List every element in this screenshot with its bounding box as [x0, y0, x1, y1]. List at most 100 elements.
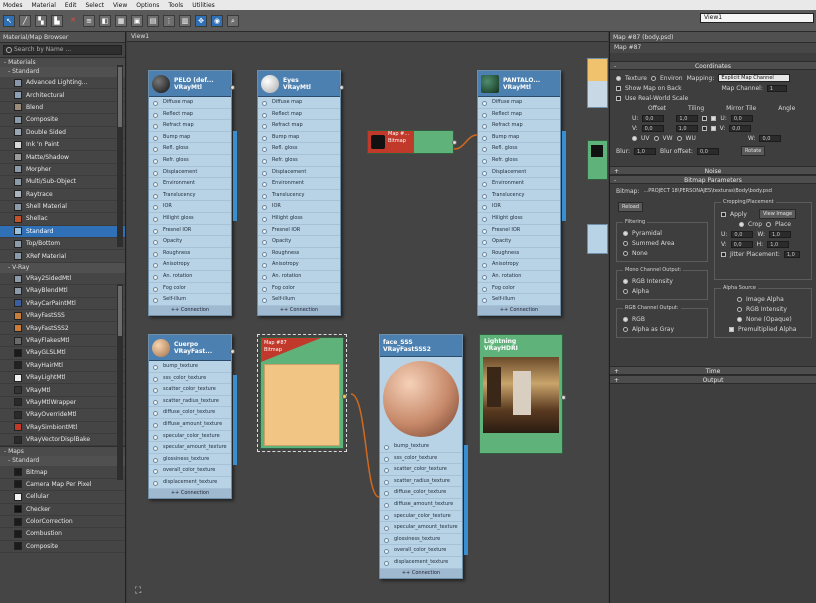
rollout-time[interactable]: + Time	[610, 366, 816, 375]
zoom-icon[interactable]: ◉	[211, 14, 223, 27]
output-port[interactable]	[339, 85, 344, 90]
node-input-slot[interactable]: glossiness_texture	[149, 454, 231, 466]
output-port[interactable]	[230, 85, 235, 90]
real-world-checkbox[interactable]	[616, 95, 621, 101]
browser-item[interactable]: Composite	[0, 541, 125, 554]
node-input-slot[interactable]: Diffuse map	[258, 97, 340, 109]
browser-item[interactable]: XRef Material	[0, 250, 125, 263]
rollout-output[interactable]: + Output	[610, 375, 816, 384]
browser-item[interactable]: Shellac	[0, 213, 125, 226]
browser-item[interactable]: VRayLightMtl	[0, 372, 125, 385]
vray-scroll-thumb[interactable]	[118, 286, 122, 336]
none-radio[interactable]	[623, 250, 628, 256]
node-input-slot[interactable]: scatter_radius_texture	[380, 476, 462, 488]
menu-utilities[interactable]: Utilities	[192, 2, 215, 9]
rollout-coordinates[interactable]: - Coordinates	[610, 61, 816, 70]
browser-item[interactable]: VRayFastSSS2	[0, 322, 125, 335]
browser-item[interactable]: Architectural	[0, 89, 125, 102]
node-lightning[interactable]: Lightning VRayHDRI	[479, 334, 566, 454]
node-partial-mid[interactable]	[587, 140, 608, 180]
node-pantalo[interactable]: PANTALO... VRayMtl Diffuse map Reflect map…	[477, 70, 566, 316]
node-input-slot[interactable]: Displacement	[478, 167, 560, 179]
browser-item[interactable]: VRay2SidedMtl	[0, 273, 125, 286]
node-input-slot[interactable]: Bump map	[149, 132, 231, 144]
layout-all-icon[interactable]: ▤	[147, 14, 159, 27]
node-input-slot[interactable]: Self-illum	[478, 294, 560, 306]
group-maps[interactable]: - Maps	[0, 446, 125, 457]
menu-edit[interactable]: Edit	[65, 2, 77, 9]
group-vray[interactable]: - V-Ray	[0, 262, 125, 273]
node-partial-top[interactable]	[587, 58, 608, 108]
node-input-slot[interactable]: Diffuse map	[478, 97, 560, 109]
node-input-slot[interactable]: Environment	[478, 178, 560, 190]
node-input-slot[interactable]: Anisotropy	[478, 259, 560, 271]
node-input-slot[interactable]: Refr. gloss	[478, 155, 560, 167]
search-input[interactable]: Search by Name ...	[3, 45, 122, 55]
map-channel-spinner[interactable]: 1	[766, 84, 787, 92]
node-input-slot[interactable]: Hilight gloss	[258, 213, 340, 225]
browser-item[interactable]: VRayMtlWrapper	[0, 397, 125, 410]
browser-item[interactable]: Cellular	[0, 491, 125, 504]
crop-radio[interactable]	[739, 221, 744, 227]
rotate-button[interactable]: Rotate	[740, 146, 766, 156]
node-input-slot[interactable]: diffuse_color_texture	[149, 407, 231, 419]
node-input-slot[interactable]: displacement_texture	[149, 477, 231, 489]
node-input-slot[interactable]: specular_amount_texture	[149, 442, 231, 454]
node-input-slot[interactable]: Self-illum	[258, 294, 340, 306]
group-standard[interactable]: - Standard	[0, 67, 125, 77]
bitmap-path-button[interactable]: ...PROJECT 18\PERSONAJES\texturas\Body\b…	[644, 188, 812, 194]
node-input-slot[interactable]: scatter_radius_texture	[149, 396, 231, 408]
browser-item[interactable]: Standard	[0, 225, 125, 239]
node-map87[interactable]: Map #87 Bitmap	[257, 334, 347, 452]
node-input-slot[interactable]: diffuse_amount_texture	[149, 419, 231, 431]
node-input-slot[interactable]: bump_texture	[380, 441, 462, 453]
node-input-slot[interactable]: diffuse_amount_texture	[380, 499, 462, 511]
browser-item[interactable]: VRayHairMtl	[0, 360, 125, 372]
node-map-small[interactable]: Map #... Bitmap	[367, 130, 457, 154]
node-input-slot[interactable]: Roughness	[258, 248, 340, 260]
node-input-slot[interactable]: Environment	[258, 178, 340, 190]
node-input-slot[interactable]: overall_color_texture	[380, 545, 462, 557]
node-input-slot[interactable]: Opacity	[258, 236, 340, 248]
menu-modes[interactable]: Modes	[3, 2, 22, 9]
blur-offset-spinner[interactable]: 0,0	[696, 147, 719, 155]
node-input-slot[interactable]: IOR	[149, 201, 231, 213]
jitter-checkbox[interactable]	[721, 251, 726, 257]
node-input-slot[interactable]: An. rotation	[478, 271, 560, 283]
node-input-slot[interactable]: Fresnel IOR	[149, 225, 231, 237]
node-input-slot[interactable]: An. rotation	[149, 271, 231, 283]
node-input-slot[interactable]: Fog color	[478, 283, 560, 295]
node-input-slot[interactable]: Opacity	[149, 236, 231, 248]
node-input-slot[interactable]: Hilight gloss	[478, 213, 560, 225]
backlight-icon[interactable]: ▣	[131, 14, 143, 27]
browser-item[interactable]: Double Sided	[0, 127, 125, 139]
browser-item[interactable]: VRayMtl	[0, 384, 125, 397]
node-input-slot[interactable]: Refl. gloss	[258, 143, 340, 155]
node-input-slot[interactable]: An. rotation	[258, 271, 340, 283]
browser-item[interactable]: Morpher	[0, 164, 125, 177]
texture-radio[interactable]	[616, 75, 621, 81]
menu-select[interactable]: Select	[85, 2, 104, 9]
vw-radio[interactable]	[653, 135, 659, 141]
show-background-icon[interactable]: ▦	[115, 14, 127, 27]
node-input-slot[interactable]: Refract map	[478, 120, 560, 132]
materials-scroll-thumb[interactable]	[118, 67, 122, 127]
browser-item[interactable]: Combustion	[0, 528, 125, 541]
browser-item[interactable]: VRayFastSSS	[0, 310, 125, 323]
reload-button[interactable]: Reload	[618, 202, 644, 212]
node-input-slot[interactable]: IOR	[258, 201, 340, 213]
layout-children-icon[interactable]: ⋮	[163, 14, 175, 27]
node-input-slot[interactable]: Displacement	[149, 167, 231, 179]
offset-v-spinner[interactable]: 0,0	[641, 124, 664, 132]
node-input-slot[interactable]: sss_color_texture	[149, 373, 231, 385]
node-input-slot[interactable]: Environment	[149, 178, 231, 190]
node-input-slot[interactable]: specular_color_texture	[380, 511, 462, 523]
node-input-slot[interactable]: Fog color	[258, 283, 340, 295]
output-port[interactable]	[230, 349, 235, 354]
output-port[interactable]	[342, 394, 347, 399]
node-input-slot[interactable]: Roughness	[478, 248, 560, 260]
none-opaque-radio[interactable]	[737, 316, 742, 322]
node-input-slot[interactable]: scatter_color_texture	[149, 384, 231, 396]
node-input-slot[interactable]: Refr. gloss	[149, 155, 231, 167]
rollout-noise[interactable]: + Noise	[610, 166, 816, 175]
